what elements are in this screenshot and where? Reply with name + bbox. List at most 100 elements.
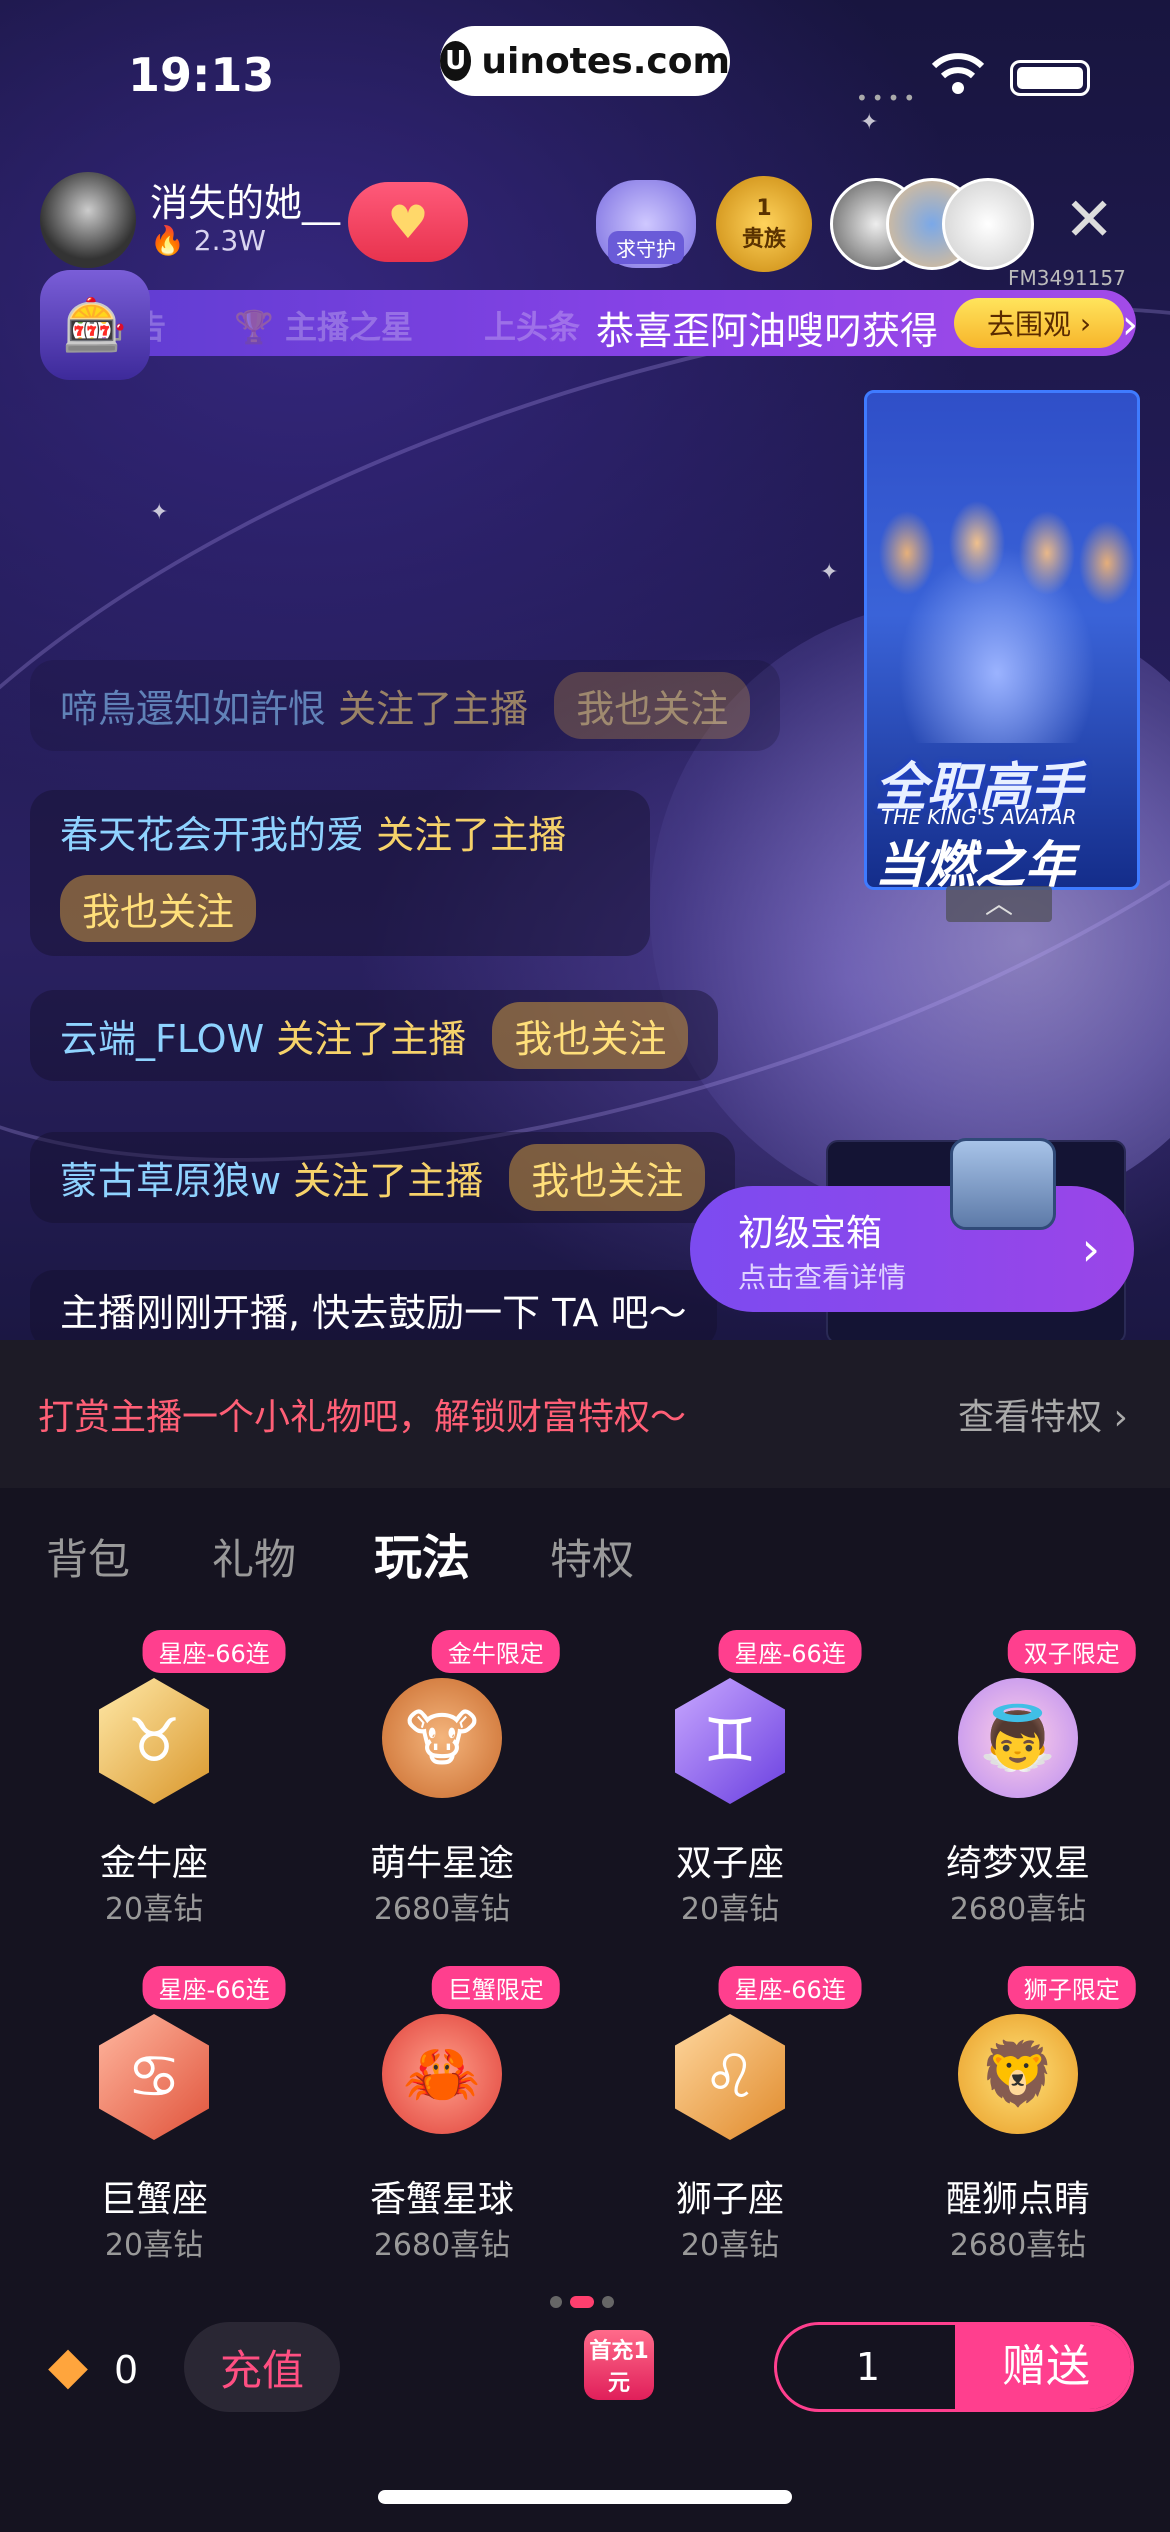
- gift-price: 2680喜钻: [949, 2228, 1087, 2263]
- chat-message: 啼鳥還知如許恨 关注了主播 我也关注: [30, 660, 781, 751]
- poster-tagline: 当燃之年: [875, 836, 1075, 890]
- gift-name: 香蟹星球: [369, 2179, 514, 2220]
- gift-item[interactable]: 星座-66连 ♊ 双子座 20喜钻: [600, 1630, 862, 1940]
- chevron-right-icon[interactable]: ›: [1122, 302, 1138, 348]
- treasure-chest-icon: [950, 1138, 1056, 1230]
- chat-message: 春天花会开我的爱 关注了主播 我也关注: [30, 790, 650, 956]
- gift-price: 20喜钻: [104, 2228, 204, 2263]
- gift-tag: 星座-66连: [718, 1966, 862, 2009]
- tab-privilege[interactable]: 特权: [550, 1526, 634, 1587]
- quantity-selector[interactable]: 1: [777, 2325, 959, 2409]
- first-charge-badge[interactable]: 首充1元: [584, 2330, 654, 2400]
- gift-price: 20喜钻: [680, 1892, 780, 1927]
- gift-item[interactable]: 狮子限定 🦁 醒狮点睛 2680喜钻: [888, 1966, 1148, 2276]
- chat-action: 关注了主播: [276, 1017, 467, 1061]
- banner-ghost-text: 上头条: [484, 308, 581, 346]
- gift-item[interactable]: 星座-66连 ♉ 金牛座 20喜钻: [24, 1630, 286, 1940]
- send-control: 1 赠送: [774, 2322, 1134, 2412]
- url-text: uinotes.com: [481, 40, 730, 82]
- cow-mascot-icon: 🐮: [382, 1678, 502, 1798]
- gift-tag: 狮子限定: [1007, 1966, 1136, 2009]
- chevron-up-icon[interactable]: ︿: [946, 886, 1052, 922]
- tab-gifts[interactable]: 礼物: [212, 1526, 296, 1587]
- follow-too-button[interactable]: 我也关注: [60, 875, 257, 942]
- chat-user[interactable]: 啼鳥還知如許恨: [60, 687, 326, 731]
- gift-item[interactable]: 星座-66连 ♌ 狮子座 20喜钻: [600, 1966, 862, 2276]
- banner-ghost-text: 🏆 主播之星: [234, 308, 413, 346]
- privilege-tip: 打赏主播一个小礼物吧，解锁财富特权～: [38, 1397, 687, 1438]
- gift-name: 巨蟹座: [99, 2179, 208, 2220]
- streamer-name[interactable]: 消失的她__: [150, 172, 340, 227]
- signal-icon: ••••: [856, 86, 920, 110]
- system-message: 主播刚刚开播, 快去鼓励一下 TA 吧～: [30, 1270, 717, 1340]
- chat-action: 关注了主播: [293, 1159, 484, 1203]
- gift-tag: 星座-66连: [718, 1630, 862, 1673]
- popularity: 🔥 2.3W: [150, 224, 266, 257]
- guard-label: 求守护: [608, 231, 684, 264]
- diamond-icon: ◆: [48, 2336, 88, 2396]
- follow-too-button[interactable]: 我也关注: [509, 1144, 706, 1211]
- gift-price: 20喜钻: [680, 2228, 780, 2263]
- gift-name: 双子座: [675, 1843, 784, 1884]
- guard-badge[interactable]: 求守护: [596, 180, 696, 268]
- crab-mascot-icon: 🦀: [382, 2014, 502, 2134]
- gift-price: 2680喜钻: [373, 1892, 511, 1927]
- chat-message: 蒙古草原狼w 关注了主播 我也关注: [30, 1132, 736, 1223]
- url-pill: U uinotes.com: [440, 26, 730, 96]
- gemini-icon: ♊: [675, 1678, 785, 1804]
- home-indicator[interactable]: [378, 2490, 792, 2504]
- banner-go-label: 去围观: [986, 308, 1071, 341]
- gift-item[interactable]: 金牛限定 🐮 萌牛星途 2680喜钻: [312, 1630, 572, 1940]
- gift-price: 2680喜钻: [373, 2228, 511, 2263]
- gift-item[interactable]: 星座-66连 ♋ 巨蟹座 20喜钻: [24, 1966, 286, 2276]
- treasure-box-card[interactable]: 初级宝箱 点击查看详情 ›: [690, 1186, 1134, 1312]
- gift-name: 醒狮点睛: [945, 2179, 1090, 2220]
- banner-ghost-label: 主播之星: [284, 308, 413, 346]
- viewer-avatar[interactable]: [942, 178, 1034, 270]
- lion-mascot-icon: 🦁: [958, 2014, 1078, 2134]
- promo-poster[interactable]: 全职高手 THE KING'S AVATAR 当燃之年: [864, 390, 1140, 890]
- close-icon[interactable]: ✕: [1064, 190, 1114, 250]
- gift-item[interactable]: 双子限定 👼 绮梦双星 2680喜钻: [888, 1630, 1148, 1940]
- gift-item[interactable]: 巨蟹限定 🦀 香蟹星球 2680喜钻: [312, 1966, 572, 2276]
- chat-user[interactable]: 蒙古草原狼w: [60, 1159, 281, 1203]
- tab-play[interactable]: 玩法: [374, 1518, 470, 1588]
- diamond-balance: 0: [114, 2348, 139, 2392]
- follow-heart-button[interactable]: ♥: [348, 182, 468, 262]
- view-privilege-link[interactable]: 查看特权 ›: [958, 1388, 1128, 1440]
- chat-user[interactable]: 云端_FLOW: [60, 1017, 264, 1061]
- viewer-avatars[interactable]: [830, 178, 1034, 270]
- star-decoration: ✦: [860, 110, 879, 135]
- gift-tag: 双子限定: [1007, 1630, 1136, 1673]
- wifi-icon: [931, 53, 985, 94]
- banner-go-button[interactable]: 去围观 ›: [954, 298, 1124, 348]
- popularity-value: 2.3W: [193, 224, 266, 257]
- leo-icon: ♌: [675, 2014, 785, 2140]
- gift-name: 萌牛星途: [369, 1843, 514, 1884]
- follow-too-button[interactable]: 我也关注: [492, 1002, 689, 1069]
- gift-name: 金牛座: [99, 1843, 208, 1884]
- treasure-subtitle: 点击查看详情: [738, 1261, 907, 1294]
- send-button[interactable]: 赠送: [955, 2325, 1131, 2409]
- noble-badge[interactable]: 1 贵族: [716, 176, 812, 272]
- chat-user[interactable]: 春天花会开我的爱: [60, 813, 364, 857]
- streamer-avatar[interactable]: [40, 172, 136, 268]
- status-time: 19:13: [128, 48, 275, 102]
- gift-price: 20喜钻: [104, 1892, 204, 1927]
- recharge-button[interactable]: 充值: [184, 2322, 340, 2412]
- gift-name: 绮梦双星: [945, 1843, 1090, 1884]
- gift-name: 狮子座: [675, 2179, 784, 2220]
- tab-backpack[interactable]: 背包: [46, 1526, 130, 1587]
- chat-action: 关注了主播: [376, 813, 567, 857]
- marquee-banner[interactable]: 告 🏆 主播之星 上头条 恭喜歪阿油嗖叼获得 去围观 ›: [44, 290, 1136, 356]
- noble-level: 1: [756, 195, 772, 221]
- star-decoration: ✦: [150, 500, 169, 525]
- follow-too-button[interactable]: 我也关注: [554, 672, 751, 739]
- uinotes-logo-icon: U: [440, 41, 472, 81]
- noble-label: 贵族: [741, 226, 786, 252]
- banner-message: 恭喜歪阿油嗖叼获得: [596, 309, 939, 353]
- live-stage: ✦ ✦ ✦ 19:13 U uinotes.com •••• 消失的她__ 🔥 …: [0, 0, 1170, 1340]
- treasure-title: 初级宝箱: [738, 1213, 883, 1254]
- gift-tag: 星座-66连: [142, 1966, 286, 2009]
- chevron-right-icon: ›: [1081, 1222, 1100, 1276]
